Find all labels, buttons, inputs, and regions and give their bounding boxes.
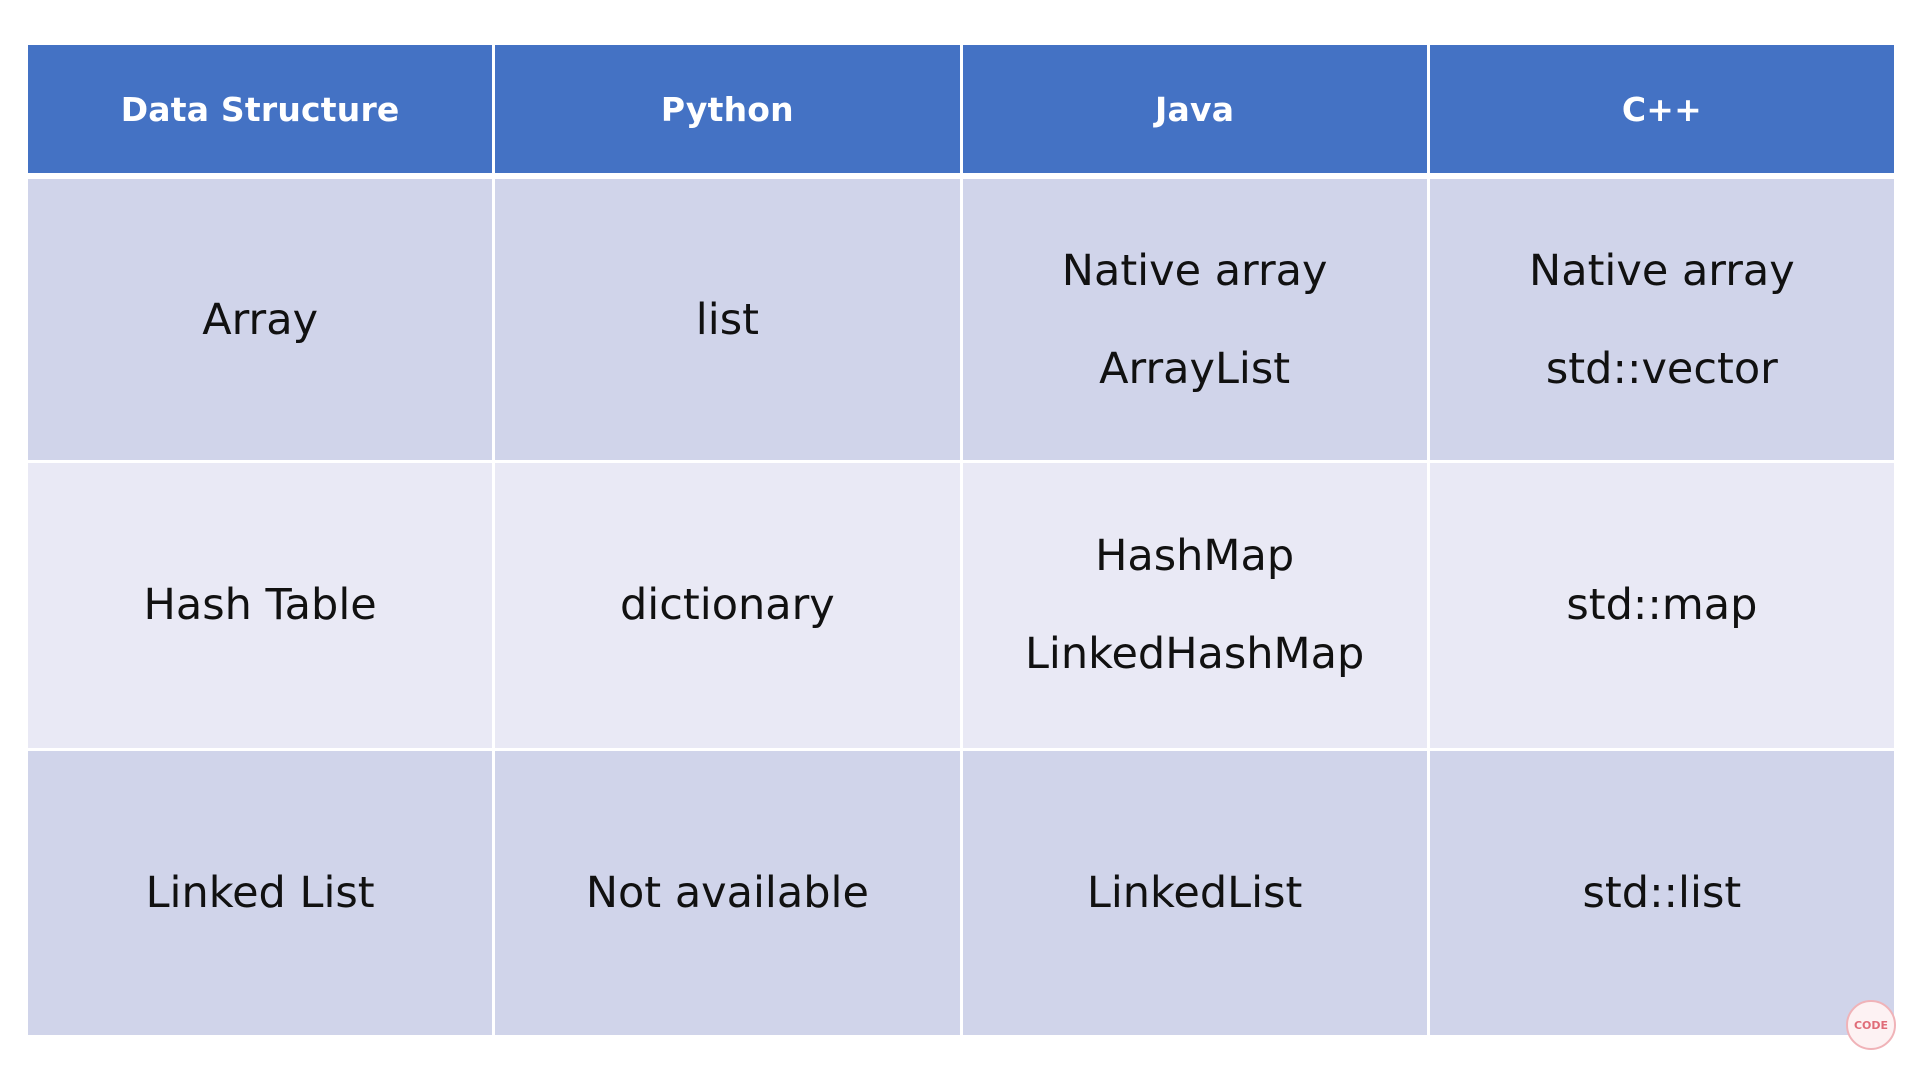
codebasics-logo-icon: CODE bbox=[1846, 1000, 1896, 1050]
cell-text: HashMap bbox=[1095, 531, 1295, 582]
cell-linkedlist-cpp: std::list bbox=[1429, 750, 1894, 1035]
logo-text: CODE bbox=[1853, 1018, 1889, 1032]
cell-text: std::list bbox=[1582, 867, 1742, 918]
header-java: Java bbox=[962, 45, 1427, 173]
cell-hashtable-python: dictionary bbox=[495, 463, 960, 748]
comparison-table: Data Structure Python Java C++ Array lis… bbox=[28, 45, 1894, 1035]
cell-text: list bbox=[695, 294, 759, 345]
cell-text: std::vector bbox=[1545, 343, 1778, 394]
cell-linkedlist-structure: Linked List bbox=[28, 750, 493, 1035]
cell-array-python: list bbox=[495, 179, 960, 461]
cell-text: Hash Table bbox=[143, 580, 377, 631]
header-python: Python bbox=[495, 45, 960, 173]
cell-hashtable-java: HashMap LinkedHashMap bbox=[962, 463, 1427, 748]
cell-text: ArrayList bbox=[1099, 343, 1291, 394]
cell-linkedlist-java: LinkedList bbox=[962, 750, 1427, 1035]
cell-text: Native array bbox=[1061, 245, 1328, 296]
cell-text: Not available bbox=[585, 867, 869, 918]
cell-text: Native array bbox=[1529, 245, 1795, 296]
cell-array-java: Native array ArrayList bbox=[962, 179, 1427, 461]
cell-hashtable-structure: Hash Table bbox=[28, 463, 493, 748]
cell-text: dictionary bbox=[620, 580, 835, 631]
slide: Data Structure Python Java C++ Array lis… bbox=[0, 0, 1920, 1080]
cell-array-cpp: Native array std::vector bbox=[1429, 179, 1894, 461]
cell-linkedlist-python: Not available bbox=[495, 750, 960, 1035]
cell-text: LinkedList bbox=[1086, 867, 1303, 918]
cell-array-structure: Array bbox=[28, 179, 493, 461]
cell-text: LinkedHashMap bbox=[1024, 629, 1365, 680]
cell-text: Linked List bbox=[145, 867, 375, 918]
header-cpp: C++ bbox=[1429, 45, 1894, 173]
cell-hashtable-cpp: std::map bbox=[1429, 463, 1894, 748]
cell-text: std::map bbox=[1566, 580, 1758, 631]
cell-text: Array bbox=[202, 294, 319, 345]
header-data-structure: Data Structure bbox=[28, 45, 493, 173]
